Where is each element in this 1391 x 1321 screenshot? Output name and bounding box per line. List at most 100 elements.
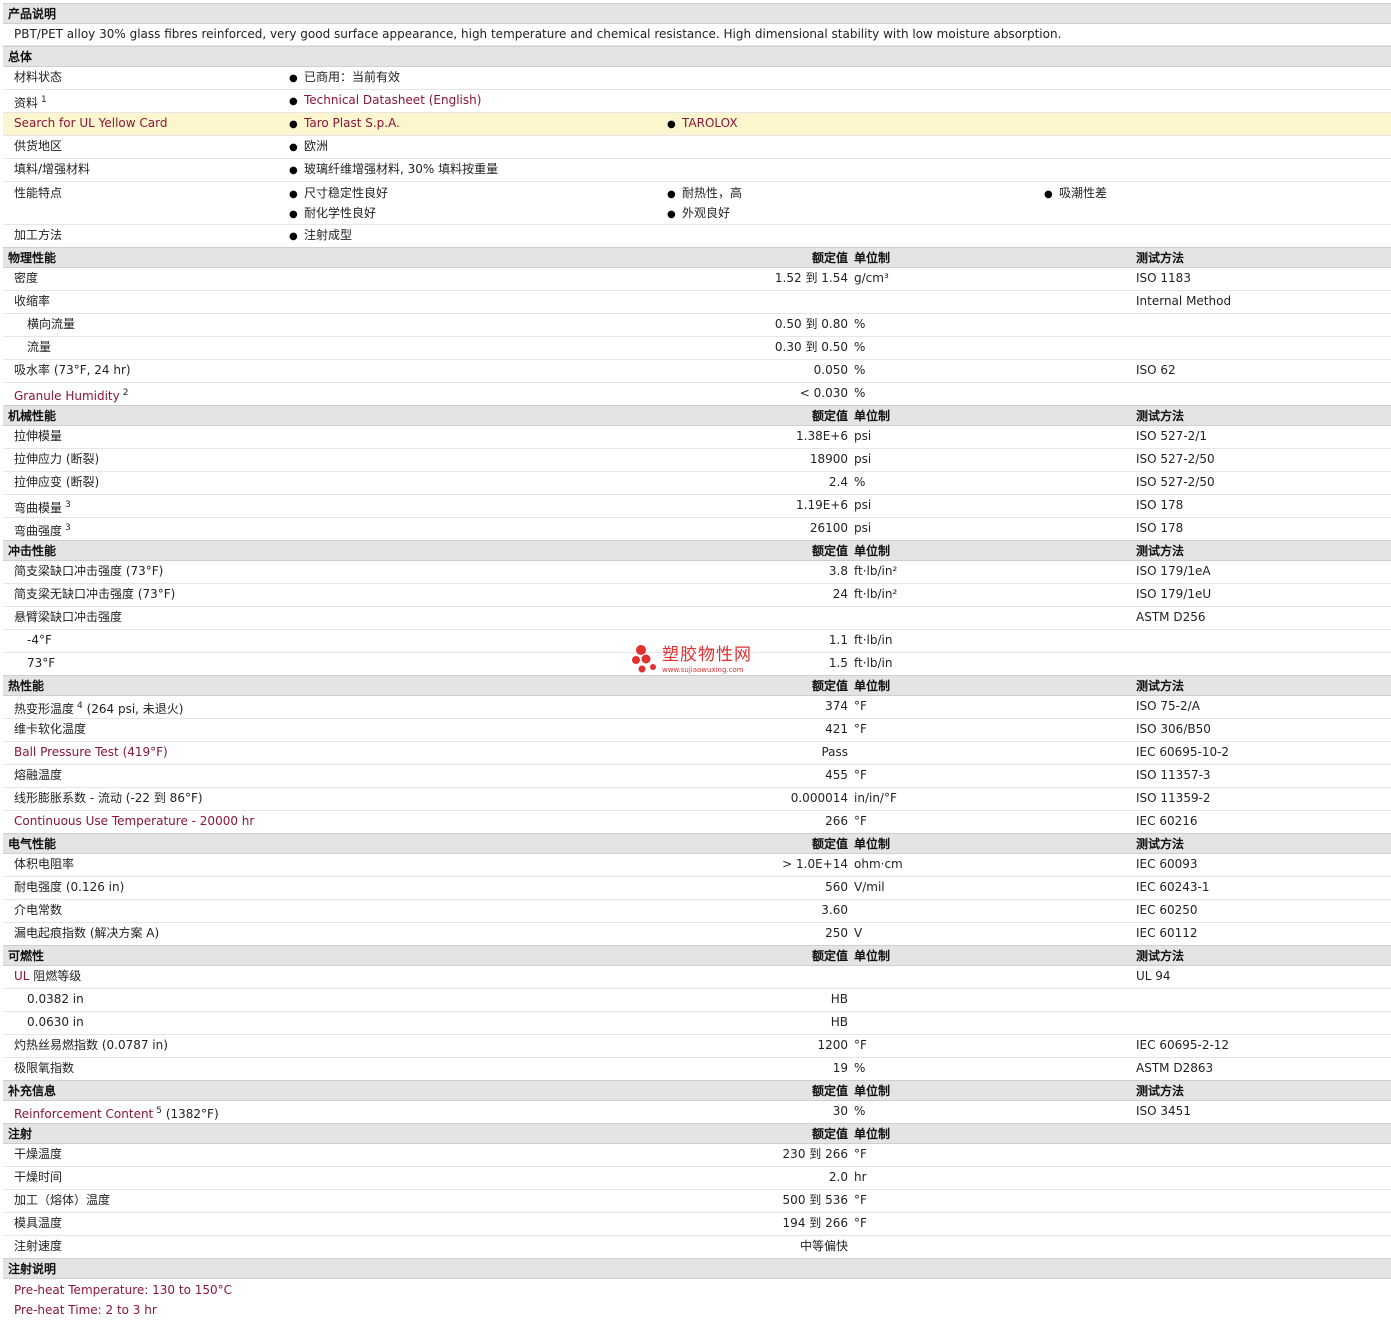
continuous-use-link[interactable]: Continuous Use Temperature - 20000 hr [14, 811, 254, 831]
value-column-header: 额定值 [811, 409, 848, 423]
table-row: 资料1 Technical Datasheet (English) [3, 90, 1391, 113]
description-row: PBT/PET alloy 30% glass fibres reinforce… [3, 24, 1391, 46]
row-label: 拉伸模量 [14, 429, 63, 443]
section-header-physical: 物理性能 额定值 单位制 测试方法 [3, 247, 1391, 268]
table-row: 注射速度 中等偏快 [3, 1236, 1391, 1259]
row-unit: psi [854, 521, 872, 535]
row-unit: °F [854, 722, 867, 736]
table-row: Reinforcement Content 5 (1382°F) 30 % ISO… [3, 1101, 1391, 1124]
row-unit: °F [854, 1147, 867, 1161]
row-unit: % [854, 386, 866, 400]
row-label: 耐电强度 (0.126 in) [14, 880, 125, 894]
table-row: 简支梁缺口冲击强度 (73°F) 3.8 ft·lb/in² ISO 179/1… [3, 561, 1391, 584]
row-test-method: Internal Method [1136, 294, 1232, 308]
row-label: 弯曲模量 3 [14, 500, 71, 515]
test-column-header: 测试方法 [1136, 1084, 1185, 1098]
row-value: 2.4 [828, 475, 848, 489]
table-row: 流量 0.30 到 0.50 % [3, 337, 1391, 360]
footnote-marker: 3 [65, 523, 71, 533]
footnote-marker: 4 [77, 701, 83, 711]
row-label: 模具温度 [14, 1216, 63, 1230]
table-row: 材料状态 已商用：当前有效 [3, 67, 1391, 90]
section-title: 总体 [8, 50, 33, 64]
ul-link[interactable]: UL [14, 969, 29, 983]
row-test-method: ISO 306/B50 [1136, 722, 1211, 736]
test-column-header: 测试方法 [1136, 837, 1185, 851]
taro-plast-link[interactable]: Taro Plast S.p.A. [304, 116, 400, 130]
row-label: 材料状态 [14, 70, 63, 84]
table-row: 弯曲强度 3 26100 psi ISO 178 [3, 518, 1391, 541]
row-label: 熔融温度 [14, 768, 63, 782]
feature-item: 耐化学性良好 [289, 203, 376, 225]
row-unit: °F [854, 1193, 867, 1207]
section-header-injection-notes: 注射说明 [3, 1258, 1391, 1279]
row-value: 19 [832, 1061, 848, 1075]
value-column-header: 额定值 [811, 251, 848, 265]
row-label: 密度 [14, 271, 39, 285]
section-title: 物理性能 [8, 251, 57, 265]
row-label: 悬臂梁缺口冲击强度 [14, 610, 123, 624]
ul-yellow-card-link[interactable]: Search for UL Yellow Card [14, 113, 167, 133]
granule-humidity-link[interactable]: Granule Humidity [14, 389, 120, 403]
row-unit: in/in/°F [854, 791, 897, 805]
row-test-method: ISO 11359-2 [1136, 791, 1211, 805]
row-test-method: ISO 75-2/A [1136, 699, 1200, 713]
footnote-marker: 1 [41, 95, 47, 105]
row-label: 0.0382 in [27, 992, 84, 1006]
section-header-impact: 冲击性能 额定值 单位制 测试方法 [3, 540, 1391, 561]
section-title: 注射 [8, 1127, 33, 1141]
ul-link-item: TAROLOX [667, 113, 738, 135]
unit-column-header: 单位制 [854, 251, 891, 265]
unit-column-header: 单位制 [854, 1084, 891, 1098]
table-row: 模具温度 194 到 266 °F [3, 1213, 1391, 1236]
row-label: 收缩率 [14, 294, 51, 308]
section-title: 冲击性能 [8, 544, 57, 558]
row-label: 拉伸应变 (断裂) [14, 475, 100, 489]
datasheet-link[interactable]: Technical Datasheet (English) [304, 93, 481, 107]
row-value: 0.050 [813, 363, 848, 377]
row-value: 中等偏快 [799, 1239, 848, 1253]
row-label: 体积电阻率 [14, 857, 75, 871]
row-label: 介电常数 [14, 903, 63, 917]
row-value: HB [830, 992, 848, 1006]
table-row: 灼热丝易燃指数 (0.0787 in) 1200 °F IEC 60695-2-… [3, 1035, 1391, 1058]
tarolox-link[interactable]: TAROLOX [682, 116, 738, 130]
notes-block: Pre-heat Temperature: 130 to 150°C Pre-h… [3, 1279, 1391, 1321]
row-label: 填料/增强材料 [14, 162, 91, 176]
row-label: 性能特点 [14, 186, 63, 200]
row-unit: °F [854, 814, 867, 828]
row-label: 灼热丝易燃指数 (0.0787 in) [14, 1038, 168, 1052]
value-column-header: 额定值 [811, 1127, 848, 1141]
table-row: 悬臂梁缺口冲击强度 ASTM D256 [3, 607, 1391, 630]
table-row: 体积电阻率 > 1.0E+14 ohm·cm IEC 60093 [3, 854, 1391, 877]
row-value: 0.000014 [790, 791, 848, 805]
footnote-marker: 2 [122, 388, 129, 398]
row-label: 吸水率 (73°F, 24 hr) [14, 363, 131, 377]
row-unit: hr [854, 1170, 867, 1184]
value-column-header: 额定值 [811, 949, 848, 963]
method-value: 注射成型 [289, 225, 352, 247]
row-test-method: IEC 60112 [1136, 926, 1198, 940]
watermark-url: www.sujiaowuxing.com [662, 666, 744, 674]
table-row: 熔融温度 455 °F ISO 11357-3 [3, 765, 1391, 788]
row-value: 374 [825, 699, 848, 713]
section-title: 注射说明 [8, 1262, 57, 1276]
description-text: PBT/PET alloy 30% glass fibres reinforce… [14, 27, 1062, 41]
ball-pressure-link[interactable]: Ball Pressure Test (419°F) [14, 742, 168, 762]
reinforcement-content-link[interactable]: Reinforcement Content [14, 1107, 153, 1121]
row-label: Granule Humidity 2 [14, 383, 128, 406]
row-unit: ohm·cm [854, 857, 903, 871]
row-unit: % [854, 1061, 866, 1075]
row-unit: psi [854, 452, 872, 466]
footnote-marker: 5 [156, 1106, 162, 1116]
section-header-electrical: 电气性能 额定值 单位制 测试方法 [3, 833, 1391, 854]
row-label: 流量 [27, 340, 52, 354]
row-unit: ft·lb/in [854, 633, 893, 647]
row-label: 弯曲强度 3 [14, 523, 71, 538]
row-test-method: ISO 11357-3 [1136, 768, 1211, 782]
row-value: 0.50 到 0.80 [774, 317, 848, 331]
logo-dots-icon [632, 645, 656, 673]
row-test-method: IEC 60695-10-2 [1136, 745, 1230, 759]
table-row: 收缩率 Internal Method [3, 291, 1391, 314]
filler-value: 玻璃纤维增强材料, 30% 填料按重量 [289, 159, 498, 181]
